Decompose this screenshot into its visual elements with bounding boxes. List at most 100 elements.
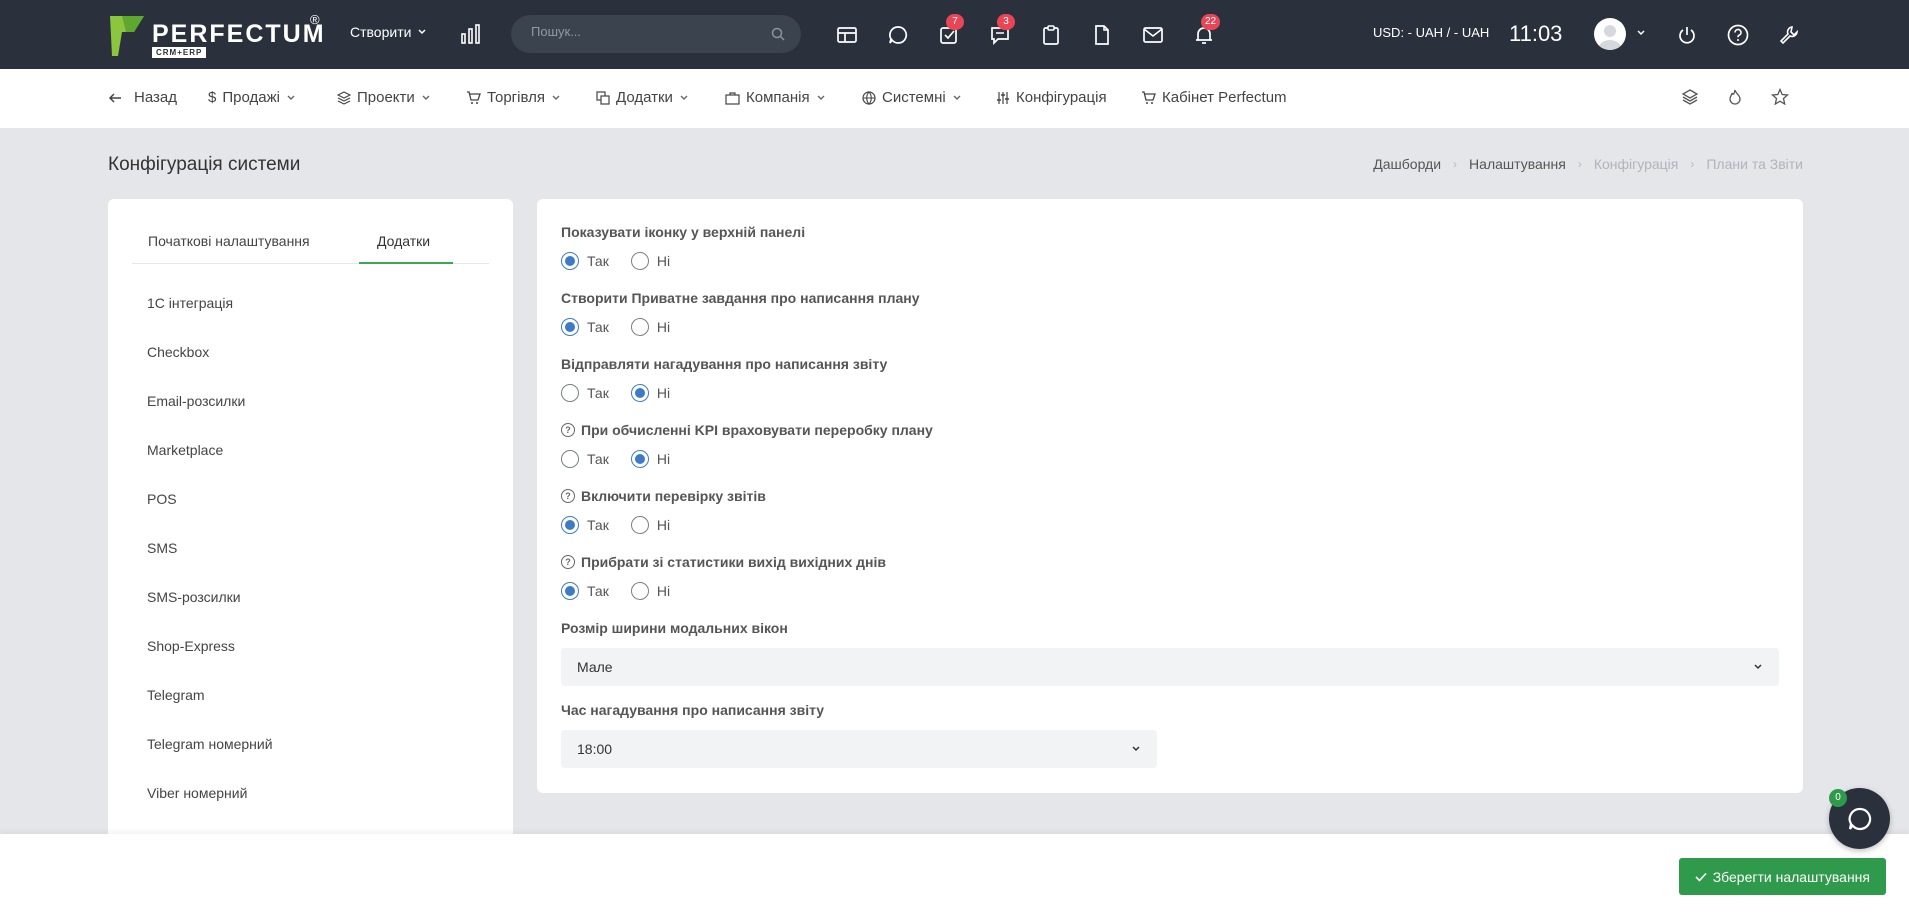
radio-no[interactable] xyxy=(630,318,649,336)
field-label-text: Показувати іконку у верхній панелі xyxy=(561,224,806,240)
radio-yes-label: Так xyxy=(587,385,609,401)
radio-no[interactable] xyxy=(630,384,649,402)
radio-no[interactable] xyxy=(630,252,649,270)
radio-yes[interactable] xyxy=(561,450,579,468)
nav-projects-label: Проекти xyxy=(357,89,415,106)
notifications-badge: 22 xyxy=(1201,14,1221,30)
radio-group-report-check: Так Ні xyxy=(561,516,692,534)
chevron-right-icon: › xyxy=(1690,157,1695,171)
chat-badge: 0 xyxy=(1829,789,1847,807)
field-label-text: Відправляти нагадування про написання зв… xyxy=(561,356,888,372)
bar-chart-icon[interactable] xyxy=(460,24,482,49)
save-settings-button[interactable]: Зберегти налаштування xyxy=(1678,858,1886,895)
breadcrumb-dashboards[interactable]: Дашборди xyxy=(1373,156,1441,172)
sidebar-item[interactable]: Checkbox xyxy=(147,344,209,360)
avatar[interactable] xyxy=(1594,18,1626,50)
check-icon xyxy=(1695,872,1707,882)
chevron-down-icon xyxy=(1754,664,1762,670)
calendar-grid-icon[interactable] xyxy=(834,22,860,48)
arrow-left-icon xyxy=(108,92,121,103)
settings-form: Показувати іконку у верхній панелі Так Н… xyxy=(537,199,1803,793)
radio-yes[interactable] xyxy=(561,516,579,534)
radio-yes[interactable] xyxy=(561,384,579,402)
question-circle-icon[interactable]: ? xyxy=(561,423,575,437)
radio-yes-label: Так xyxy=(587,451,609,467)
radio-yes-label: Так xyxy=(587,517,609,533)
nav-system[interactable]: Системні xyxy=(862,89,962,106)
search-input[interactable] xyxy=(531,24,761,39)
messages-icon[interactable]: 3 xyxy=(987,14,1015,48)
tasks-check-icon[interactable]: 7 xyxy=(936,14,964,48)
tab-initial-settings[interactable]: Початкові налаштування xyxy=(148,233,310,249)
sidebar-item[interactable]: Viber номерний xyxy=(147,785,247,801)
create-dropdown-button[interactable]: Створити xyxy=(350,24,427,40)
currency-rate: USD: - UAH / - UAH xyxy=(1373,25,1490,40)
help-circle-icon[interactable] xyxy=(1725,22,1751,48)
chat-bubble-icon xyxy=(1848,807,1871,830)
nav-perfectum-cabinet[interactable]: Кабінет Perfectum xyxy=(1141,89,1287,106)
fire-icon[interactable] xyxy=(1726,88,1744,106)
clipboard-icon[interactable] xyxy=(1038,22,1064,48)
reminder-time-select[interactable]: 18:00 xyxy=(561,730,1157,768)
radio-group-weekend-stats: Так Ні xyxy=(561,582,692,600)
nav-configuration-label: Конфігурація xyxy=(1016,89,1107,106)
nav-addons[interactable]: Додатки xyxy=(596,89,689,106)
radio-yes[interactable] xyxy=(561,318,579,336)
sidebar-item[interactable]: SMS-розсилки xyxy=(147,589,241,605)
globe-icon xyxy=(862,90,876,105)
sidebar-item[interactable]: Telegram номерний xyxy=(147,736,273,752)
field-label: Створити Приватне завдання про написання… xyxy=(561,290,920,306)
mail-icon[interactable] xyxy=(1140,22,1166,48)
tab-addons[interactable]: Додатки xyxy=(377,233,430,249)
footer-bar: Зберегти налаштування xyxy=(0,834,1909,914)
radio-yes[interactable] xyxy=(561,582,579,600)
radio-no[interactable] xyxy=(630,582,649,600)
layers-icon xyxy=(337,90,351,105)
chevron-down-icon[interactable] xyxy=(1636,28,1646,38)
sidebar-item[interactable]: Marketplace xyxy=(147,442,223,458)
reminder-time-label: Час нагадування про написання звіту xyxy=(561,702,824,718)
nav-sales[interactable]: $ Продажі xyxy=(208,89,296,106)
document-icon[interactable] xyxy=(1089,22,1115,48)
nav-projects[interactable]: Проекти xyxy=(337,89,431,106)
logo-mark-icon xyxy=(110,16,144,56)
sidebar-item[interactable]: Shop-Express xyxy=(147,638,235,654)
field-label-text: Розмір ширини модальних вікон xyxy=(561,620,788,636)
nav-back[interactable]: Назад xyxy=(108,89,177,106)
power-icon[interactable] xyxy=(1674,22,1700,48)
messages-badge: 3 xyxy=(997,14,1015,30)
nav-company-label: Компанія xyxy=(746,89,810,106)
sidebar-item[interactable]: SMS xyxy=(147,540,177,556)
sidebar-item[interactable]: Telegram xyxy=(147,687,205,703)
search-icon[interactable] xyxy=(771,27,785,41)
question-circle-icon[interactable]: ? xyxy=(561,555,575,569)
nav-company[interactable]: Компанія xyxy=(725,89,826,106)
breadcrumb-settings[interactable]: Налаштування xyxy=(1469,156,1566,172)
field-label: ? Включити перевірку звітів xyxy=(561,488,766,504)
radio-no[interactable] xyxy=(630,516,649,534)
nav-trade[interactable]: Торгівля xyxy=(466,89,561,106)
field-label: ? При обчисленні KPI враховувати перероб… xyxy=(561,422,933,438)
copy-icon xyxy=(596,90,610,105)
wrench-icon[interactable] xyxy=(1776,22,1802,48)
chat-bubble-icon[interactable] xyxy=(885,22,911,48)
sidebar-tabs: Початкові налаштування Додатки xyxy=(132,218,489,264)
radio-yes[interactable] xyxy=(561,252,579,270)
nav-configuration[interactable]: Конфігурація xyxy=(996,89,1107,106)
briefcase-icon xyxy=(725,91,740,105)
top-bar: PERFECTUM ® CRM+ERP Створити 7 3 22 USD: xyxy=(0,0,1909,69)
sidebar-item[interactable]: 1С інтеграція xyxy=(147,295,233,311)
chevron-down-icon xyxy=(817,95,825,100)
logo[interactable]: PERFECTUM ® CRM+ERP xyxy=(108,12,328,58)
star-icon[interactable] xyxy=(1771,88,1789,106)
layers-stack-icon[interactable] xyxy=(1681,88,1699,106)
radio-no[interactable] xyxy=(630,450,649,468)
breadcrumb-configuration[interactable]: Конфігурація xyxy=(1594,156,1679,172)
nav-perfectum-cabinet-label: Кабінет Perfectum xyxy=(1162,89,1287,106)
sidebar-item[interactable]: POS xyxy=(147,491,177,507)
sidebar-item[interactable]: Email-розсилки xyxy=(147,393,245,409)
question-circle-icon[interactable]: ? xyxy=(561,489,575,503)
modal-width-select[interactable]: Мале xyxy=(561,648,1779,686)
save-settings-label: Зберегти налаштування xyxy=(1712,868,1870,885)
bell-icon[interactable]: 22 xyxy=(1191,14,1221,48)
